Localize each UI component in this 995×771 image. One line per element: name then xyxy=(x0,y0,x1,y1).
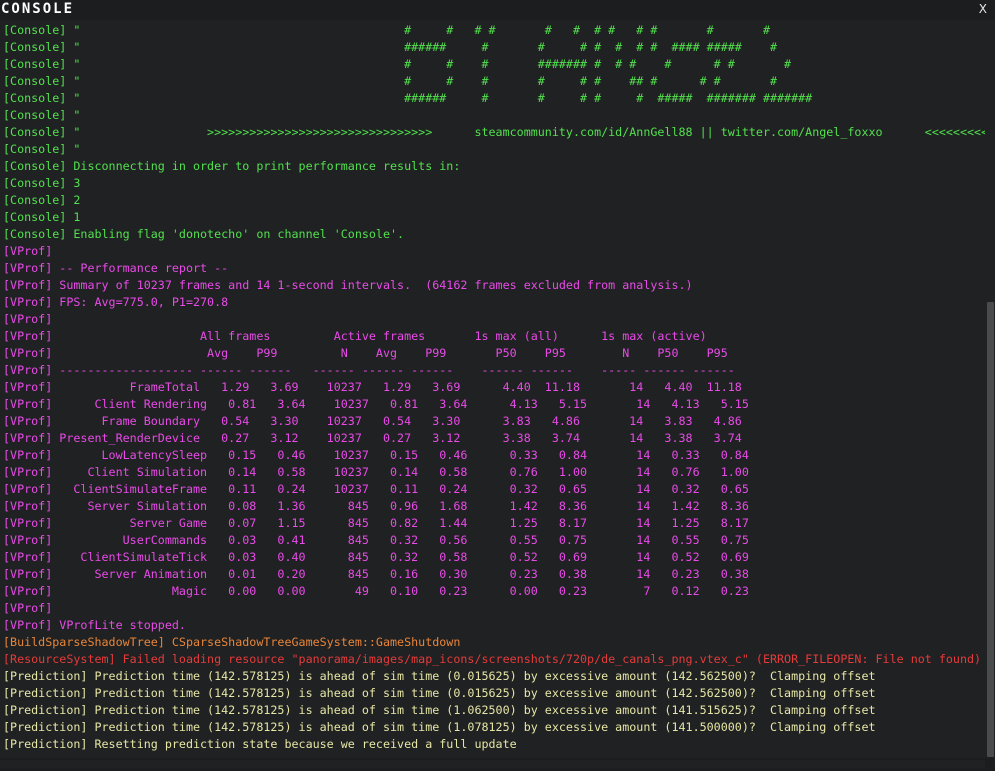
log-line: [VProf] -- Performance report -- xyxy=(3,261,229,275)
log-line: [Console] " >>>>>>>>>>>>>>>>>>>>>>>>>>>>… xyxy=(3,125,985,139)
log-line: [Console] " xyxy=(3,142,81,156)
log-line: [VProf] xyxy=(3,312,53,326)
log-line: [VProf] Server Simulation 0.08 1.36 845 … xyxy=(3,499,749,513)
log-line: [ResourceSystem] Failed loading resource… xyxy=(3,652,982,666)
log-line: [Console] Disconnecting in order to prin… xyxy=(3,159,461,173)
log-line: [Console] " # # # # # # # # # # # # xyxy=(3,23,770,37)
log-line: [VProf] UserCommands 0.03 0.41 845 0.32 … xyxy=(3,533,749,547)
log-line: [Console] Enabling flag 'donotecho' on c… xyxy=(3,227,405,241)
scrollbar-thumb[interactable] xyxy=(987,302,994,757)
log-line: [Console] " xyxy=(3,108,81,122)
log-line: [VProf] xyxy=(3,601,53,615)
log-line: [Console] 1 xyxy=(3,210,81,224)
log-line: [VProf] Frame Boundary 0.54 3.30 10237 0… xyxy=(3,414,742,428)
log-line: [BuildSparseShadowTree] CSparseShadowTre… xyxy=(3,635,461,649)
log-line: [VProf] FPS: Avg=775.0, P1=270.8 xyxy=(3,295,229,309)
log-line: [VProf] FrameTotal 1.29 3.69 10237 1.29 … xyxy=(3,380,742,394)
log-line: [Prediction] Prediction time (142.578125… xyxy=(3,703,876,717)
log-line: [VProf] Summary of 10237 frames and 14 1… xyxy=(3,278,693,292)
log-line: [Console] " ###### # # # # # # # #### ##… xyxy=(3,40,778,54)
log-line: [VProf] Server Animation 0.01 0.20 845 0… xyxy=(3,567,749,581)
log-line: [Console] 3 xyxy=(3,176,81,190)
log-line: [Console] " # # # # # # ## # # # # xyxy=(3,74,778,88)
title-bar[interactable]: CONSOLE X xyxy=(0,0,995,20)
log-line: [Prediction] Prediction time (142.578125… xyxy=(3,720,876,734)
console-command-input[interactable] xyxy=(0,760,985,768)
console-log-area[interactable]: [Console] " # # # # # # # # # # # # [Cons… xyxy=(0,20,985,758)
console-input-bar xyxy=(0,758,995,771)
console-log: [Console] " # # # # # # # # # # # # [Cons… xyxy=(3,22,985,753)
log-line: [VProf] Avg P99 N Avg P99 P50 P95 N P50 … xyxy=(3,346,728,360)
log-line: [VProf] VProfLite stopped. xyxy=(3,618,186,632)
log-line: [VProf] Present_RenderDevice 0.27 3.12 1… xyxy=(3,431,742,445)
window-title: CONSOLE xyxy=(1,1,75,17)
log-line: [Prediction] Prediction time (142.578125… xyxy=(3,669,876,683)
log-line: [VProf] All frames Active frames 1s max … xyxy=(3,329,707,343)
log-line: [VProf] xyxy=(3,244,53,258)
log-line: [VProf] Client Simulation 0.14 0.58 1023… xyxy=(3,465,749,479)
console-window: CONSOLE X [Console] " # # # # # # # # # … xyxy=(0,0,995,771)
log-line: [VProf] LowLatencySleep 0.15 0.46 10237 … xyxy=(3,448,749,462)
log-line: [Prediction] Prediction time (142.578125… xyxy=(3,686,876,700)
log-line: [VProf] Client Rendering 0.81 3.64 10237… xyxy=(3,397,749,411)
log-line: [VProf] Server Game 0.07 1.15 845 0.82 1… xyxy=(3,516,749,530)
log-line: [VProf] ClientSimulateTick 0.03 0.40 845… xyxy=(3,550,749,564)
log-line: [Prediction] Resetting prediction state … xyxy=(3,737,517,751)
log-line: [VProf] Magic 0.00 0.00 49 0.10 0.23 0.0… xyxy=(3,584,749,598)
log-line: [Console] " ###### # # # # # ##### #####… xyxy=(3,91,813,105)
log-line: [VProf] ClientSimulateFrame 0.11 0.24 10… xyxy=(3,482,749,496)
close-button[interactable]: X xyxy=(979,1,987,17)
log-line: [VProf] ------------------- ------ -----… xyxy=(3,363,735,377)
log-line: [Console] " # # # ####### # # # # # # # xyxy=(3,57,792,71)
log-line: [Console] 2 xyxy=(3,193,81,207)
